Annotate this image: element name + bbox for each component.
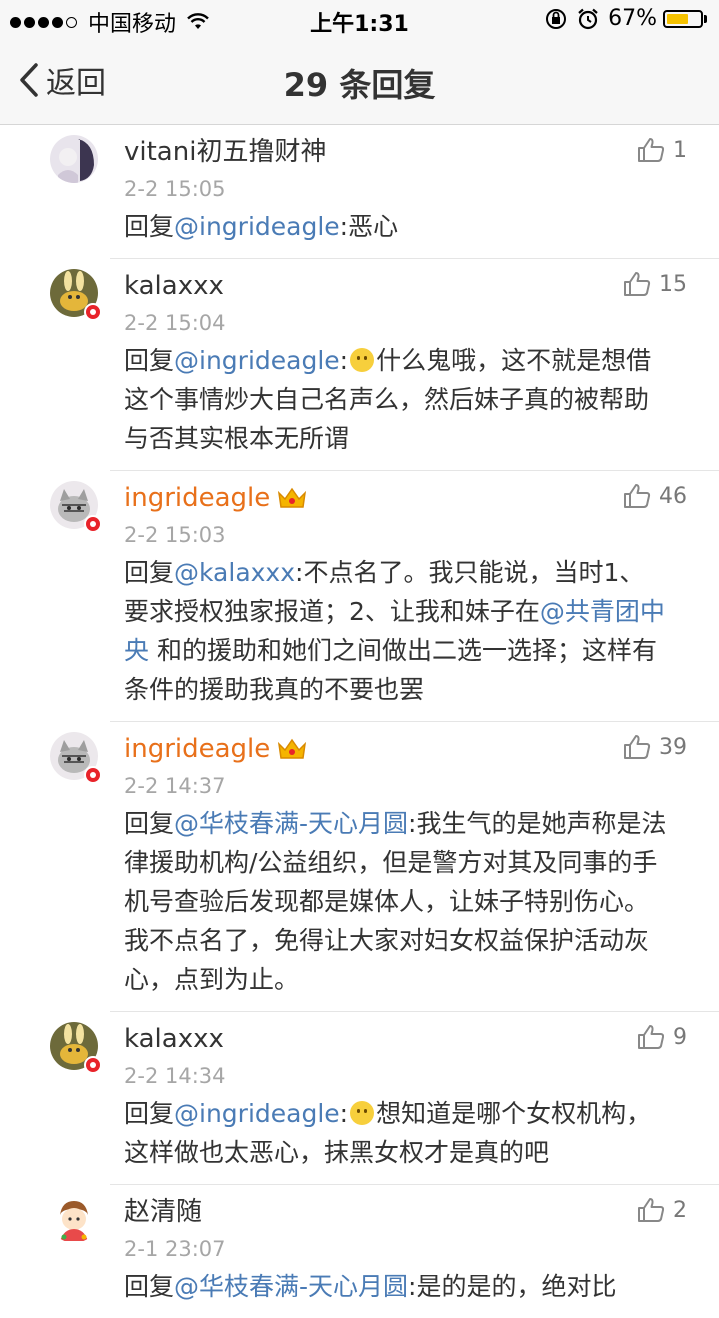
thumbs-up-icon bbox=[638, 1198, 665, 1222]
mention-link[interactable]: @ingrideagle bbox=[174, 212, 340, 241]
like-count: 9 bbox=[673, 1024, 687, 1050]
comment-username[interactable]: 赵清随 bbox=[124, 1193, 719, 1231]
comment-timestamp: 2-1 23:07 bbox=[124, 1237, 226, 1261]
comment-text: 回复@ingrideagle: 想知道是哪个女权机构，这样做也太恶心，抹黑女权才是… bbox=[124, 1099, 652, 1167]
comment-item[interactable]: 赵清随 2-1 23:07 回复@华枝春满-天心月圆:是的是的，绝对比 2 bbox=[50, 1185, 719, 1318]
navigation-bar: 返回 29 条回复 bbox=[0, 40, 719, 125]
thumbs-up-icon bbox=[638, 138, 665, 162]
vitani-avatar[interactable] bbox=[50, 135, 98, 183]
comment-item[interactable]: vitani初五撸财神 2-2 15:05 回复@ingrideagle:恶心 … bbox=[50, 125, 719, 259]
thumbs-up-icon bbox=[624, 484, 651, 508]
thumbs-up-icon bbox=[624, 735, 651, 759]
comment-text: 回复@ingrideagle: 什么鬼哦，这不就是想借这个事情炒大自己名声么，然后… bbox=[124, 346, 652, 453]
comment-username[interactable]: kalaxxx bbox=[124, 1020, 719, 1058]
thumbs-up-icon bbox=[624, 272, 651, 296]
like-button[interactable]: 15 bbox=[623, 271, 687, 297]
like-count: 1 bbox=[673, 137, 687, 163]
verified-badge-icon bbox=[84, 303, 102, 321]
mention-link[interactable]: @kalaxxx bbox=[174, 558, 295, 587]
like-button[interactable]: 46 bbox=[623, 483, 687, 509]
mention-link[interactable]: @ingrideagle bbox=[174, 346, 340, 375]
mention-link[interactable]: @ingrideagle bbox=[174, 1099, 340, 1128]
comment-timestamp: 2-2 15:05 bbox=[124, 177, 226, 201]
battery-icon bbox=[663, 9, 703, 28]
verified-badge-icon bbox=[84, 1056, 102, 1074]
mention-link[interactable]: @华枝春满-天心月圆 bbox=[174, 1272, 408, 1301]
status-bar: 中国移动 上午1:31 67% bbox=[0, 0, 719, 40]
vip-crown-icon bbox=[278, 487, 307, 508]
comment-item[interactable]: ingrideagle 2-2 14:37 回复@华枝春满-天心月圆:我生气的是… bbox=[50, 722, 719, 1012]
comment-item[interactable]: kalaxxx 2-2 14:34 回复@ingrideagle: 想知道是哪个女… bbox=[50, 1012, 719, 1185]
zhaoqingsui-avatar[interactable] bbox=[50, 1195, 98, 1243]
battery-percent: 67% bbox=[608, 6, 657, 31]
comment-timestamp: 2-2 14:34 bbox=[124, 1064, 226, 1088]
smiley-emoji-icon bbox=[350, 1101, 375, 1125]
orientation-lock-icon bbox=[546, 8, 567, 29]
status-right: 67% bbox=[544, 6, 707, 31]
smiley-emoji-icon bbox=[350, 348, 375, 372]
vip-crown-icon bbox=[278, 738, 307, 759]
comment-timestamp: 2-2 15:03 bbox=[124, 523, 226, 547]
comment-text: 回复@kalaxxx:不点名了。我只能说，当时1、要求授权独家报道；2、让我和妹… bbox=[124, 558, 665, 704]
like-button[interactable]: 39 bbox=[623, 734, 687, 760]
comment-text: 回复@华枝春满-天心月圆:我生气的是她声称是法律援助机构/公益组织，但是警方对其… bbox=[124, 809, 667, 994]
mention-link[interactable]: @华枝春满-天心月圆 bbox=[174, 809, 408, 838]
comment-text: 回复@ingrideagle:恶心 bbox=[124, 212, 399, 241]
alarm-icon bbox=[578, 8, 598, 29]
like-count: 2 bbox=[673, 1197, 687, 1223]
reply-list: vitani初五撸财神 2-2 15:05 回复@ingrideagle:恶心 … bbox=[0, 125, 719, 1318]
comment-item[interactable]: kalaxxx 2-2 15:04 回复@ingrideagle: 什么鬼哦，这不… bbox=[50, 259, 719, 471]
like-button[interactable]: 2 bbox=[637, 1197, 687, 1223]
verified-badge-icon bbox=[84, 515, 102, 533]
like-count: 46 bbox=[659, 483, 687, 509]
comment-username[interactable]: vitani初五撸财神 bbox=[124, 133, 719, 171]
thumbs-up-icon bbox=[638, 1025, 665, 1049]
like-count: 39 bbox=[659, 734, 687, 760]
page-title: 29 条回复 bbox=[283, 66, 436, 104]
comment-timestamp: 2-2 15:04 bbox=[124, 311, 226, 335]
like-button[interactable]: 1 bbox=[637, 137, 687, 163]
like-button[interactable]: 9 bbox=[637, 1024, 687, 1050]
like-count: 15 bbox=[659, 271, 687, 297]
verified-badge-icon bbox=[84, 766, 102, 784]
comment-text: 回复@华枝春满-天心月圆:是的是的，绝对比 bbox=[124, 1272, 617, 1301]
comment-timestamp: 2-2 14:37 bbox=[124, 774, 226, 798]
comment-item[interactable]: ingrideagle 2-2 15:03 回复@kalaxxx:不点名了。我只… bbox=[50, 471, 719, 722]
